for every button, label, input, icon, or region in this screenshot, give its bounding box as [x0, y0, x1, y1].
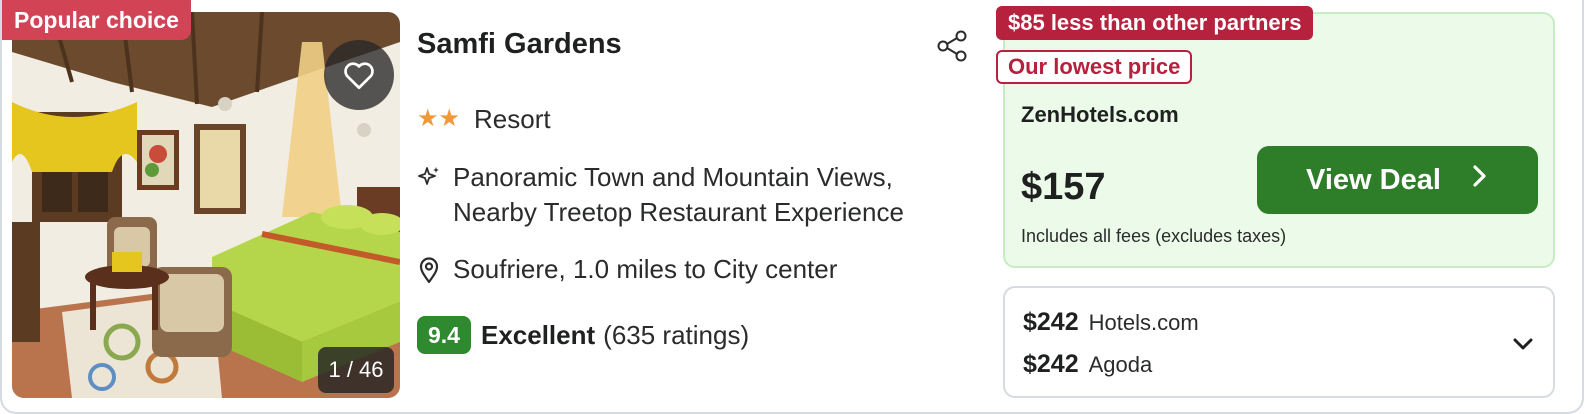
other-offer-row[interactable]: $242 Agoda [1023, 350, 1152, 379]
other-offer-price: $242 [1023, 308, 1079, 336]
hotel-features-row: Panoramic Town and Mountain Views, Nearb… [417, 160, 904, 230]
other-offer-row[interactable]: $242 Hotels.com [1023, 308, 1199, 337]
hotel-rating-row[interactable]: 9.4 Excellent (635 ratings) [417, 316, 749, 354]
fees-note: Includes all fees (excludes taxes) [1021, 226, 1287, 246]
rating-count: (635 ratings) [603, 319, 750, 350]
rating-score-badge: 9.4 [417, 316, 471, 354]
map-pin-icon [417, 254, 441, 284]
favorite-button[interactable] [324, 40, 394, 110]
deal-price: $157 [1021, 166, 1106, 208]
share-button[interactable] [934, 28, 970, 64]
deal-provider: ZenHotels.com [1021, 102, 1179, 127]
star-rating: ★★ [417, 105, 461, 132]
hotel-name[interactable]: Samfi Gardens [417, 28, 622, 61]
chevron-down-icon [1513, 338, 1533, 350]
sparkle-icon [417, 160, 441, 189]
share-icon [937, 30, 967, 62]
popular-choice-badge: Popular choice [2, 0, 191, 40]
savings-tag: $85 less than other partners [996, 6, 1314, 40]
other-offer-price: $242 [1023, 350, 1079, 378]
features-line-1: Panoramic Town and Mountain Views, [453, 162, 893, 192]
hotel-location: Soufriere, 1.0 miles to City center [453, 254, 838, 284]
view-deal-button[interactable]: View Deal [1257, 146, 1538, 214]
photo-counter: 1 / 46 [318, 347, 394, 393]
expand-offers-button[interactable] [1507, 328, 1539, 360]
hotel-result-card[interactable]: 1 / 46 Popular choice Samfi Gardens ★★ R… [0, 0, 1584, 414]
other-offers-box[interactable]: $242 Hotels.com $242 Agoda [1003, 286, 1555, 398]
rating-word: Excellent [480, 319, 596, 350]
heart-icon [344, 62, 374, 90]
features-line-2: Nearby Treetop Restaurant Experience [453, 197, 904, 227]
hotel-photo[interactable]: 1 / 46 [12, 12, 400, 398]
view-deal-label: View Deal [1306, 163, 1441, 196]
other-offer-provider: Agoda [1088, 352, 1153, 377]
hotel-location-row: Soufriere, 1.0 miles to City center [417, 254, 837, 285]
hotel-type-row: ★★ Resort [417, 104, 551, 135]
lowest-price-tag: Our lowest price [996, 50, 1193, 84]
other-offer-provider: Hotels.com [1088, 310, 1199, 335]
hotel-type: Resort [474, 104, 551, 134]
chevron-right-icon [1471, 163, 1489, 197]
